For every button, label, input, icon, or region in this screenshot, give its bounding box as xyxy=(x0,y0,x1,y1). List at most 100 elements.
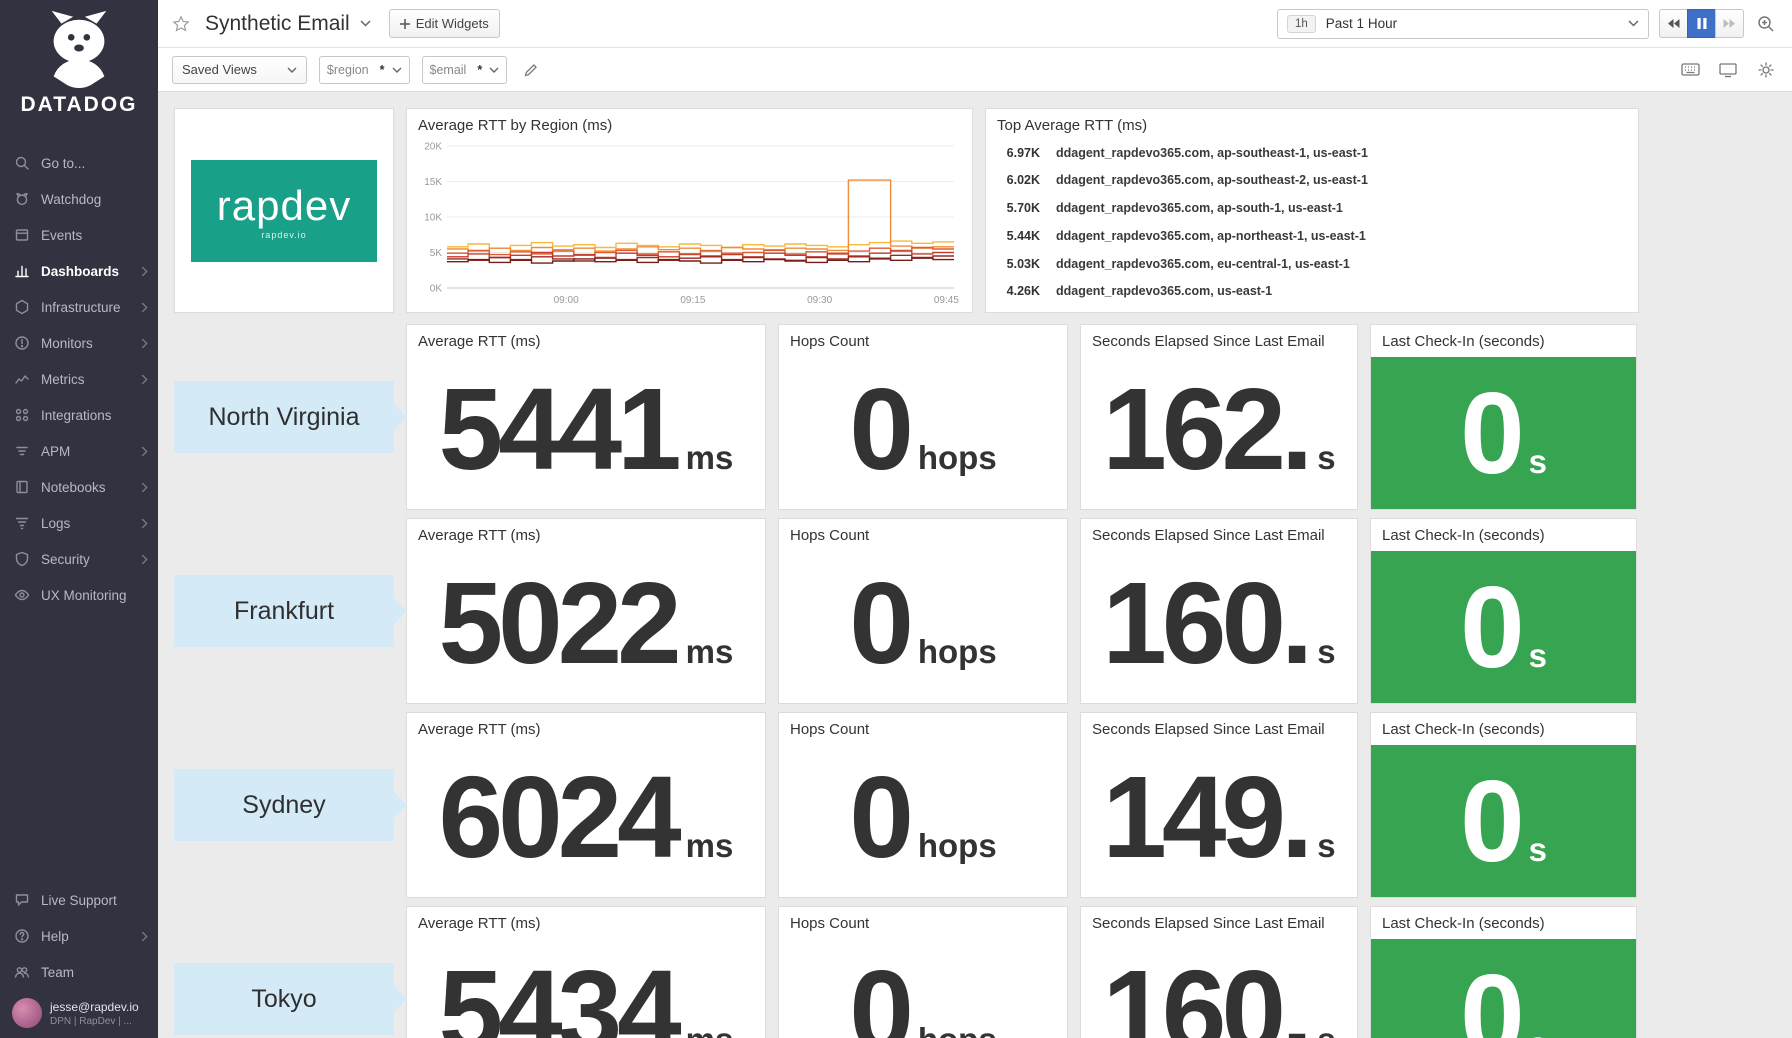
fast-forward-button[interactable] xyxy=(1715,9,1744,38)
chevron-right-icon xyxy=(141,302,148,313)
edit-pencil-icon[interactable] xyxy=(519,58,543,82)
sidebar-item-apm[interactable]: APM xyxy=(0,433,158,469)
svg-text:15K: 15K xyxy=(424,177,442,188)
sidebar-item-go-to[interactable]: Go to... xyxy=(0,145,158,181)
seconds-since-email-widget[interactable]: Seconds Elapsed Since Last Email 160.s xyxy=(1080,518,1358,704)
metric-value: 0 xyxy=(849,956,909,1038)
sidebar-item-notebooks[interactable]: Notebooks xyxy=(0,469,158,505)
time-range-dropdown[interactable]: 1h Past 1 Hour xyxy=(1277,9,1649,39)
toplist-row[interactable]: 6.02K ddagent_rapdevo365.com, ap-southea… xyxy=(996,168,1628,193)
last-checkin-widget[interactable]: Last Check-In (seconds) 0s xyxy=(1370,906,1637,1038)
metric-unit: s xyxy=(1529,637,1547,675)
last-checkin-widget[interactable]: Last Check-In (seconds) 0s xyxy=(1370,324,1637,510)
sidebar-item-infrastructure[interactable]: Infrastructure xyxy=(0,289,158,325)
sidebar-item-label: Logs xyxy=(41,516,70,531)
seconds-since-email-widget[interactable]: Seconds Elapsed Since Last Email 149.s xyxy=(1080,712,1358,898)
edit-widgets-button[interactable]: Edit Widgets xyxy=(389,9,500,38)
toplist-row[interactable]: 5.44K ddagent_rapdevo365.com, ap-northea… xyxy=(996,223,1628,248)
metric-value: 0 xyxy=(1460,378,1520,488)
hops-count-widget[interactable]: Hops Count 0hops xyxy=(778,324,1068,510)
toplist-row[interactable]: 4.26K ddagent_rapdevo365.com, us-east-1 xyxy=(996,279,1628,304)
region-tag: North Virginia xyxy=(174,381,394,453)
help-icon xyxy=(14,928,31,945)
chevron-right-icon xyxy=(141,518,148,529)
avg-rtt-widget[interactable]: Average RTT (ms) 5434ms xyxy=(406,906,766,1038)
region-name: North Virginia xyxy=(208,403,359,432)
rtt-line-chart: 0K5K10K15K20K09:0009:1509:3009:45 xyxy=(411,138,964,308)
sidebar-item-events[interactable]: Events xyxy=(0,217,158,253)
sidebar-item-label: Security xyxy=(41,552,90,567)
widget-title: Hops Count xyxy=(779,713,1067,738)
page-title: Synthetic Email xyxy=(205,12,350,36)
template-variable-region[interactable]: $region * xyxy=(319,56,410,84)
avg-rtt-by-region-widget[interactable]: Average RTT by Region (ms) 0K5K10K15K20K… xyxy=(406,108,973,313)
widget-title: Last Check-In (seconds) xyxy=(1371,907,1636,939)
rapdev-logo: rapdev rapdev.io xyxy=(191,160,377,262)
title-chevron-down-icon[interactable] xyxy=(360,20,371,27)
chevron-down-icon xyxy=(486,67,506,73)
top-avg-rtt-widget[interactable]: Top Average RTT (ms) 6.97K ddagent_rapde… xyxy=(985,108,1639,313)
hops-count-widget[interactable]: Hops Count 0hops xyxy=(778,518,1068,704)
widget-title: Last Check-In (seconds) xyxy=(1371,713,1636,745)
avg-rtt-widget[interactable]: Average RTT (ms) 5022ms xyxy=(406,518,766,704)
sidebar-item-integrations[interactable]: Integrations xyxy=(0,397,158,433)
rewind-button[interactable] xyxy=(1659,9,1688,38)
widget-title: Hops Count xyxy=(779,907,1067,932)
toplist-row[interactable]: 6.97K ddagent_rapdevo365.com, ap-southea… xyxy=(996,140,1628,165)
saved-views-dropdown[interactable]: Saved Views xyxy=(172,56,307,84)
template-variable-email[interactable]: $email * xyxy=(422,56,508,84)
toplist-value: 6.97K xyxy=(996,146,1040,160)
user-menu[interactable]: jesse@rapdev.io DPN | RapDev | ... xyxy=(0,990,158,1038)
hops-count-widget[interactable]: Hops Count 0hops xyxy=(778,712,1068,898)
sidebar-item-ux-monitoring[interactable]: UX Monitoring xyxy=(0,577,158,613)
sidebar-item-dashboards[interactable]: Dashboards xyxy=(0,253,158,289)
last-checkin-widget[interactable]: Last Check-In (seconds) 0s xyxy=(1370,712,1637,898)
user-email: jesse@rapdev.io xyxy=(50,1000,139,1014)
metric-value: 0 xyxy=(1460,766,1520,876)
metric-unit: ms xyxy=(686,633,734,671)
favorite-star-icon[interactable] xyxy=(172,15,190,33)
sidebar-item-live-support[interactable]: Live Support xyxy=(0,882,158,918)
toplist-value: 5.70K xyxy=(996,201,1040,215)
sidebar-item-team[interactable]: Team xyxy=(0,954,158,990)
keyboard-shortcuts-icon[interactable] xyxy=(1678,58,1702,82)
zoom-icon[interactable] xyxy=(1754,12,1778,36)
logs-icon xyxy=(14,515,31,532)
sidebar-item-label: Go to... xyxy=(41,156,85,171)
last-checkin-widget[interactable]: Last Check-In (seconds) 0s xyxy=(1370,518,1637,704)
sidebar-item-watchdog[interactable]: Watchdog xyxy=(0,181,158,217)
widget-title: Seconds Elapsed Since Last Email xyxy=(1081,325,1357,350)
toplist-bar-track: ddagent_rapdevo365.com, us-east-1 xyxy=(1049,279,1628,303)
saved-views-label: Saved Views xyxy=(182,62,257,77)
datadog-logo[interactable]: DATADOG xyxy=(0,0,158,117)
metric-value: 0 xyxy=(1460,960,1520,1038)
metric-value: 160. xyxy=(1102,956,1308,1038)
settings-gear-icon[interactable] xyxy=(1754,58,1778,82)
sidebar-item-help[interactable]: Help xyxy=(0,918,158,954)
plus-icon xyxy=(400,19,410,29)
tv-mode-icon[interactable] xyxy=(1716,58,1740,82)
region-row-tokyo: Tokyo Average RTT (ms) 5434ms Hops Count… xyxy=(174,906,1792,1038)
sidebar-item-security[interactable]: Security xyxy=(0,541,158,577)
svg-text:5K: 5K xyxy=(430,248,443,259)
chevron-right-icon xyxy=(141,482,148,493)
seconds-since-email-widget[interactable]: Seconds Elapsed Since Last Email 162.s xyxy=(1080,324,1358,510)
toplist-row[interactable]: 5.70K ddagent_rapdevo365.com, ap-south-1… xyxy=(996,196,1628,221)
svg-text:09:45: 09:45 xyxy=(934,295,959,306)
dashboards-icon xyxy=(14,263,31,280)
avg-rtt-widget[interactable]: Average RTT (ms) 5441ms xyxy=(406,324,766,510)
toplist-row[interactable]: 5.03K ddagent_rapdevo365.com, eu-central… xyxy=(996,251,1628,276)
sidebar-item-label: Dashboards xyxy=(41,264,119,279)
widget-title: Last Check-In (seconds) xyxy=(1371,519,1636,551)
pause-button[interactable] xyxy=(1687,9,1716,38)
sidebar-item-logs[interactable]: Logs xyxy=(0,505,158,541)
hops-count-widget[interactable]: Hops Count 0hops xyxy=(778,906,1068,1038)
widget-title: Seconds Elapsed Since Last Email xyxy=(1081,713,1357,738)
widget-title: Hops Count xyxy=(779,519,1067,544)
seconds-since-email-widget[interactable]: Seconds Elapsed Since Last Email 160.s xyxy=(1080,906,1358,1038)
time-controls: 1h Past 1 Hour xyxy=(1277,9,1778,39)
sidebar-item-monitors[interactable]: Monitors xyxy=(0,325,158,361)
sidebar-item-metrics[interactable]: Metrics xyxy=(0,361,158,397)
toplist-label: ddagent_rapdevo365.com, ap-northeast-1, … xyxy=(1056,229,1366,243)
avg-rtt-widget[interactable]: Average RTT (ms) 6024ms xyxy=(406,712,766,898)
